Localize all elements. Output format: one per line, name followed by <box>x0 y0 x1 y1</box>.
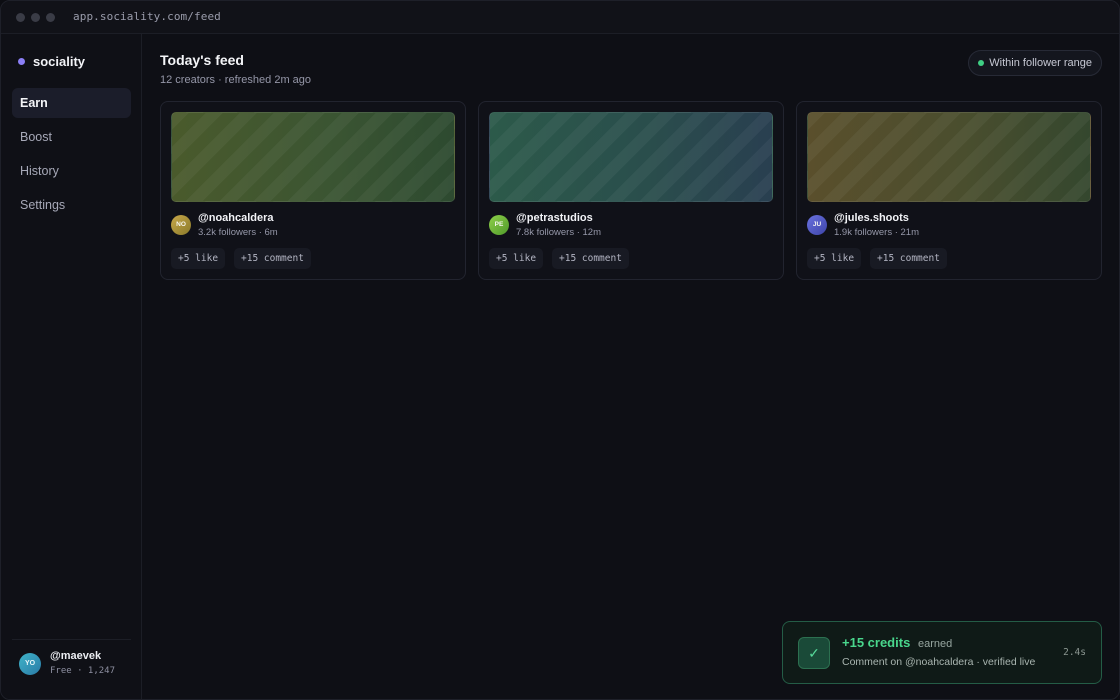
page-title: Today's feed <box>160 52 244 68</box>
creator-card[interactable]: PE @petrastudios 7.8k followers · 12m +5… <box>478 101 784 280</box>
page-subtitle: 12 creators · refreshed 2m ago <box>160 74 312 86</box>
creator-handle[interactable]: @petrastudios <box>516 212 593 224</box>
creator-handle[interactable]: @noahcaldera <box>198 212 274 224</box>
status-badge: Within follower range <box>968 50 1102 76</box>
main-content: Today's feed 12 creators · refreshed 2m … <box>142 34 1119 699</box>
user-plan: Free · 1,247 <box>50 666 116 676</box>
sidebar-item-earn[interactable]: Earn <box>12 88 131 118</box>
post-thumbnail[interactable] <box>171 112 455 202</box>
user-profile[interactable]: YO @maevek Free · 1,247 <box>12 639 131 699</box>
creator-card[interactable]: NO @noahcaldera 3.2k followers · 6m +5 l… <box>160 101 466 280</box>
sidebar-item-history[interactable]: History <box>12 156 131 186</box>
address-bar[interactable]: app.sociality.com/feed <box>73 10 221 23</box>
brand[interactable]: sociality <box>18 54 85 69</box>
comment-action-button[interactable]: +15 comment <box>552 248 629 269</box>
title-bar: app.sociality.com/feed <box>1 1 1119 34</box>
check-icon: ✓ <box>798 637 830 669</box>
toast-earned-label: earned <box>918 638 953 650</box>
avatar: YO <box>19 653 41 675</box>
post-thumbnail[interactable] <box>489 112 773 202</box>
sidebar: sociality Earn Boost History Settings YO… <box>1 34 142 699</box>
brand-dot-icon <box>18 58 25 65</box>
creator-meta: 3.2k followers · 6m <box>198 227 278 238</box>
like-action-button[interactable]: +5 like <box>489 248 544 269</box>
window-maximize-control[interactable] <box>46 13 55 22</box>
avatar: NO <box>171 215 191 235</box>
toast-credits: +15 credits <box>842 635 911 650</box>
creator-handle[interactable]: @jules.shoots <box>834 212 909 224</box>
brand-name: sociality <box>33 54 86 69</box>
comment-action-button[interactable]: +15 comment <box>234 248 311 269</box>
window-close-control[interactable] <box>16 13 25 22</box>
status-badge-label: Within follower range <box>989 57 1092 69</box>
toast-detail: Comment on @noahcaldera · verified live <box>842 656 1036 668</box>
credits-toast[interactable]: ✓ +15 credits earned Comment on @noahcal… <box>782 621 1102 684</box>
avatar: JU <box>807 215 827 235</box>
window-minimize-control[interactable] <box>31 13 40 22</box>
creator-meta: 7.8k followers · 12m <box>516 227 602 238</box>
like-action-button[interactable]: +5 like <box>807 248 862 269</box>
creator-card[interactable]: JU @jules.shoots 1.9k followers · 21m +5… <box>796 101 1102 280</box>
like-action-button[interactable]: +5 like <box>171 248 226 269</box>
user-handle: @maevek <box>50 650 102 662</box>
sidebar-item-settings[interactable]: Settings <box>12 190 131 220</box>
status-dot-icon <box>978 60 985 66</box>
post-thumbnail[interactable] <box>807 112 1091 202</box>
avatar: PE <box>489 215 509 235</box>
sidebar-item-boost[interactable]: Boost <box>12 122 131 152</box>
comment-action-button[interactable]: +15 comment <box>870 248 947 269</box>
toast-time: 2.4s <box>1063 647 1086 658</box>
creator-meta: 1.9k followers · 21m <box>834 227 920 238</box>
app-window: app.sociality.com/feed sociality Earn Bo… <box>0 0 1120 700</box>
